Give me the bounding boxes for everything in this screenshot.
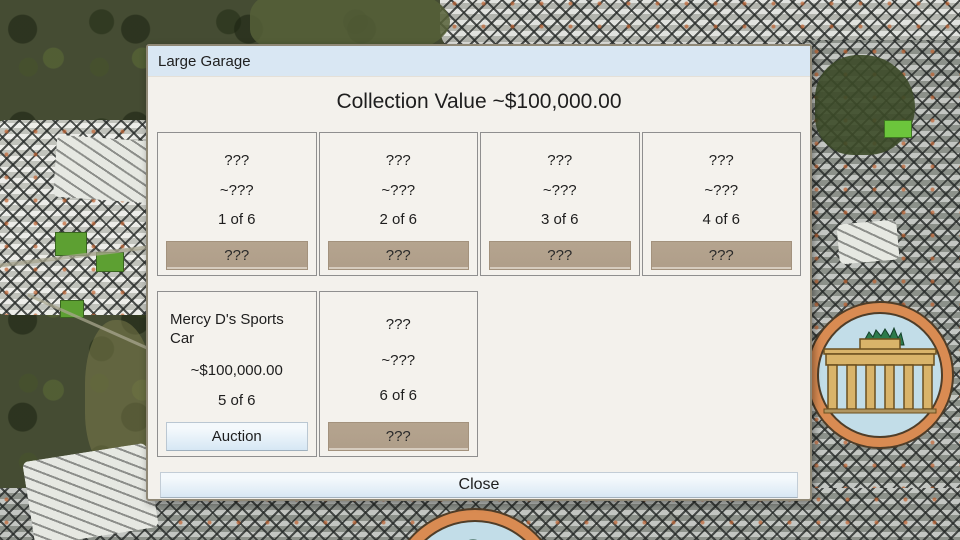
- slot-unknown-button[interactable]: ???: [327, 241, 469, 270]
- slot-position: 2 of 6: [379, 211, 418, 229]
- garage-slot-row-2: Mercy D's Sports Car ~$100,000.00 5 of 6…: [157, 291, 801, 457]
- slot-name: ???: [547, 151, 573, 169]
- park-area-right: [815, 55, 915, 155]
- slot-unknown-button[interactable]: ???: [166, 241, 308, 270]
- slot-position: 3 of 6: [540, 211, 579, 229]
- garage-slot-row-1: ??? ~??? 1 of 6 ??? ??? ~??? 2 of 6 ??? …: [157, 132, 801, 276]
- slot-value: ~???: [219, 181, 254, 199]
- slot-name: Mercy D's Sports Car: [170, 311, 284, 347]
- garage-slot-card-1: ??? ~??? 1 of 6 ???: [157, 132, 317, 276]
- circular-landmark-icon: [385, 505, 565, 540]
- slot-unknown-button[interactable]: ???: [650, 241, 792, 270]
- slot-value: ~???: [704, 181, 739, 199]
- building-cluster: [52, 134, 153, 204]
- brandenburg-gate-icon: [804, 299, 956, 451]
- slot-unknown-button[interactable]: ???: [327, 422, 469, 451]
- slot-position: 5 of 6: [217, 391, 256, 409]
- slot-position: 4 of 6: [702, 211, 741, 229]
- close-button[interactable]: Close: [160, 472, 798, 498]
- slot-value: ~???: [381, 181, 416, 199]
- dialog-title: Large Garage: [158, 52, 251, 70]
- building-cluster: [836, 219, 900, 265]
- field-patch: [884, 120, 912, 138]
- game-screen: Large Garage Collection Value ~$100,000.…: [0, 0, 960, 540]
- garage-slot-card-4: ??? ~??? 4 of 6 ???: [641, 132, 801, 276]
- garage-slot-card-3: ??? ~??? 3 of 6 ???: [480, 132, 640, 276]
- slot-value: ~$100,000.00: [190, 361, 283, 379]
- slot-name: ???: [385, 316, 411, 334]
- collection-value-heading: Collection Value ~$100,000.00: [336, 90, 622, 113]
- auction-button[interactable]: Auction: [166, 422, 308, 451]
- slot-position: 6 of 6: [379, 386, 418, 404]
- slot-position: 1 of 6: [217, 211, 256, 229]
- slot-value: ~???: [381, 351, 416, 369]
- dialog-titlebar: Large Garage: [148, 46, 810, 77]
- garage-slot-card-6: ??? ~??? 6 of 6 ???: [318, 291, 478, 457]
- slot-value: ~???: [542, 181, 577, 199]
- slot-unknown-button[interactable]: ???: [489, 241, 631, 270]
- garage-slot-card-2: ??? ~??? 2 of 6 ???: [318, 132, 478, 276]
- slot-name: ???: [224, 151, 250, 169]
- garage-slot-card-5: Mercy D's Sports Car ~$100,000.00 5 of 6…: [157, 291, 317, 457]
- slot-name: ???: [385, 151, 411, 169]
- slot-name: ???: [708, 151, 734, 169]
- large-garage-dialog: Large Garage Collection Value ~$100,000.…: [146, 44, 812, 501]
